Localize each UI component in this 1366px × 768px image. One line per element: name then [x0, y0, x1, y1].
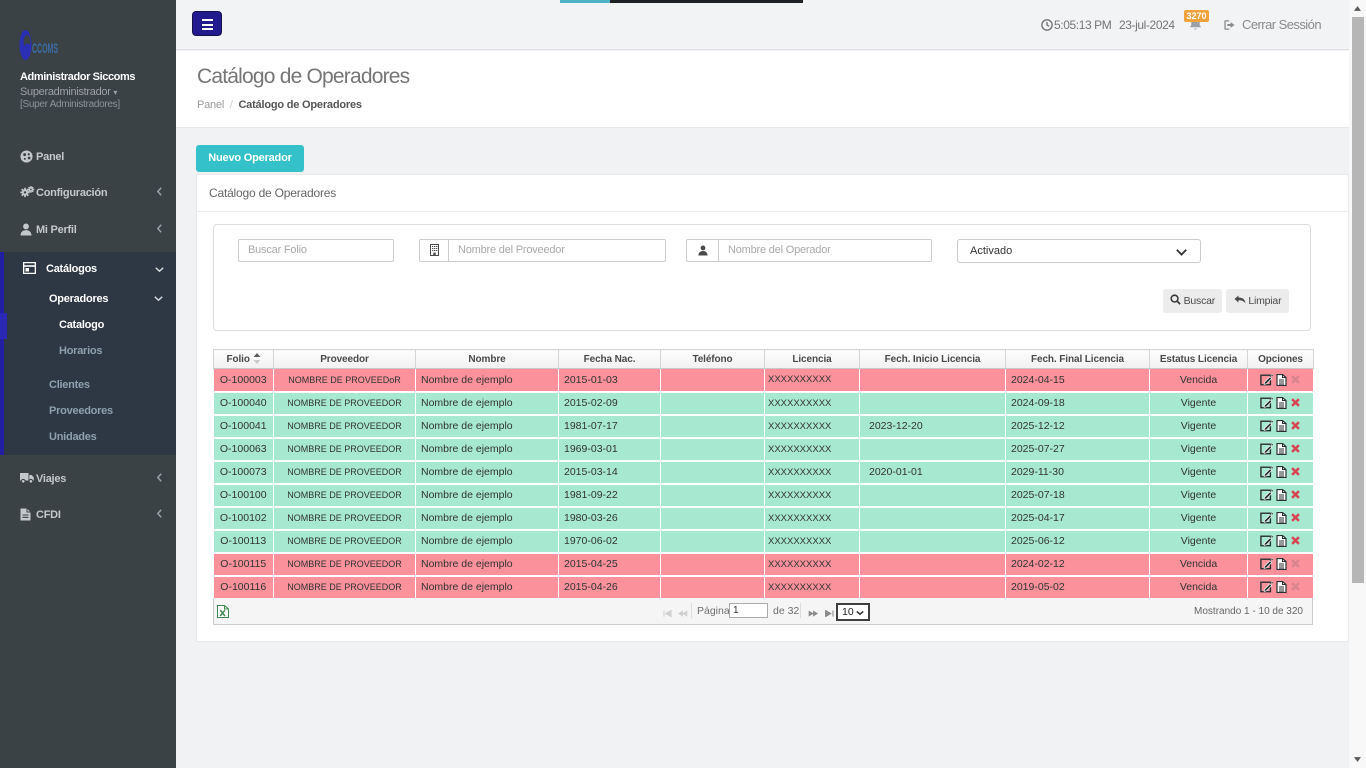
- svg-text:CCOMS: CCOMS: [32, 40, 58, 56]
